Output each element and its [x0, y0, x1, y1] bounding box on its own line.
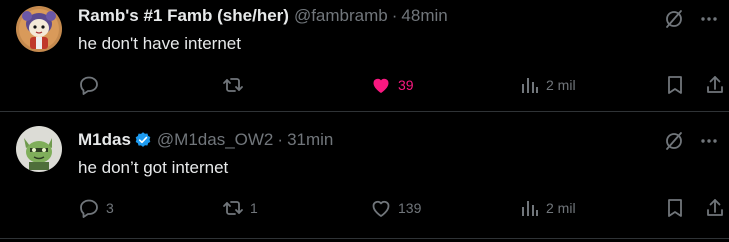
timestamp[interactable]: 48min: [401, 6, 447, 26]
tweet-divider: [0, 238, 729, 239]
tweet[interactable]: Ramb's #1 Famb (she/her) @fambramb · 48m…: [0, 0, 729, 111]
reply-count: 3: [106, 200, 114, 216]
tweet-top-actions: [663, 8, 719, 30]
bookmark-button[interactable]: [664, 196, 686, 220]
retweet-count: 1: [250, 200, 258, 216]
avatar[interactable]: [16, 126, 62, 172]
tweet-text: he don’t got internet: [78, 158, 229, 177]
user-handle[interactable]: @fambramb: [294, 6, 388, 26]
tweet-text: he don't have internet: [78, 34, 241, 53]
heart-outline-icon: [372, 200, 390, 217]
like-count: 39: [398, 77, 414, 93]
tweet-header: M1das @M1das_OW2 · 31min: [78, 128, 333, 152]
retweet-icon: [223, 78, 243, 92]
more-options-icon[interactable]: [699, 9, 719, 29]
bookmark-button[interactable]: [664, 73, 686, 97]
bookmark-icon: [668, 76, 682, 94]
cartoon-girl-avatar-icon: [16, 6, 62, 52]
reply-icon: [80, 199, 98, 218]
display-name[interactable]: M1das: [78, 130, 131, 150]
grok-slash-icon[interactable]: [663, 8, 685, 30]
heart-filled-icon: [373, 78, 389, 93]
timeline: Ramb's #1 Famb (she/her) @fambramb · 48m…: [0, 0, 729, 242]
share-icon: [707, 76, 723, 93]
reply-icon: [80, 76, 98, 95]
green-cat-avatar-icon: [16, 126, 62, 172]
retweet-button[interactable]: [222, 73, 250, 97]
display-name[interactable]: Ramb's #1 Famb (she/her): [78, 6, 289, 26]
views-button[interactable]: 2 mil: [520, 73, 576, 97]
tweet-header: Ramb's #1 Famb (she/her) @fambramb · 48m…: [78, 4, 448, 28]
retweet-icon: [223, 201, 243, 215]
share-button[interactable]: [704, 73, 726, 97]
views-count: 2 mil: [546, 77, 576, 93]
tweet-actions: 3 1 139 2 mil: [76, 196, 729, 220]
bookmark-icon: [668, 199, 682, 217]
reply-button[interactable]: 3: [78, 196, 114, 220]
views-button[interactable]: 2 mil: [520, 196, 576, 220]
timestamp[interactable]: 31min: [287, 130, 333, 150]
tweet[interactable]: M1das @M1das_OW2 · 31min he don’t got in…: [0, 112, 729, 230]
verified-badge-icon[interactable]: [134, 131, 152, 149]
views-count: 2 mil: [546, 200, 576, 216]
separator-dot: ·: [391, 6, 398, 25]
separator-dot: ·: [277, 130, 284, 149]
views-bar-icon: [522, 201, 538, 216]
reply-button[interactable]: [78, 73, 106, 97]
grok-slash-icon[interactable]: [663, 130, 685, 152]
like-button[interactable]: 139: [370, 196, 421, 220]
avatar[interactable]: [16, 6, 62, 52]
more-options-icon[interactable]: [699, 131, 719, 151]
like-button[interactable]: 39: [370, 73, 414, 97]
retweet-button[interactable]: 1: [222, 196, 258, 220]
user-handle[interactable]: @M1das_OW2: [157, 130, 273, 150]
tweet-top-actions: [663, 130, 719, 152]
views-bar-icon: [522, 78, 538, 93]
like-count: 139: [398, 200, 422, 216]
share-icon: [707, 199, 723, 216]
tweet-actions: 39 2 mil: [76, 73, 729, 97]
share-button[interactable]: [704, 196, 726, 220]
